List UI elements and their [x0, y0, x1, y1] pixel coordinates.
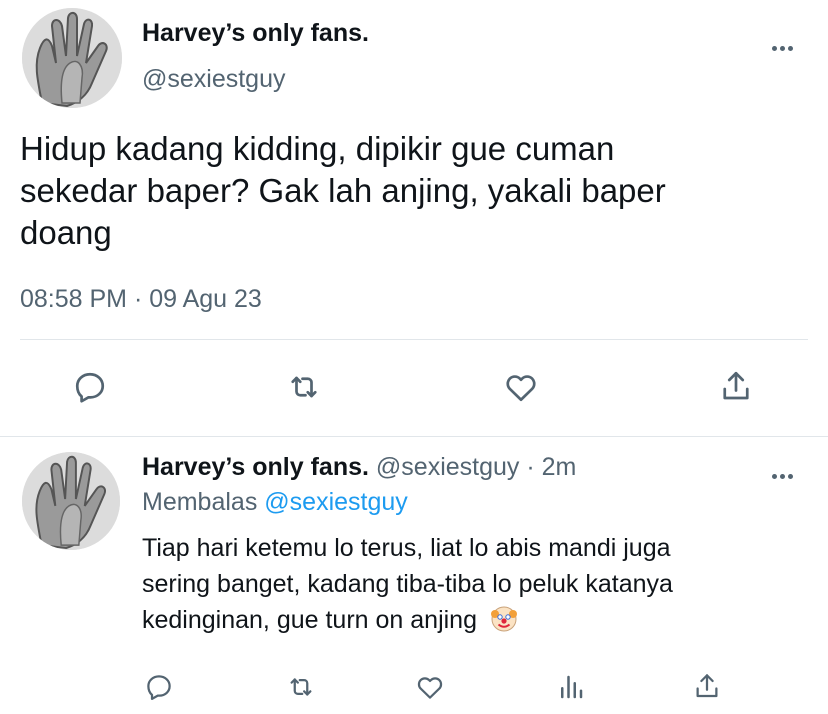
reply-text: Tiap hari ketemu lo terus, liat lo abis …: [142, 530, 673, 642]
display-name[interactable]: Harvey’s only fans.: [142, 453, 369, 481]
hand-avatar-image: [22, 8, 122, 108]
reply-text-line: kedinginan, gue turn on anjing: [142, 602, 673, 642]
views-icon[interactable]: [556, 672, 586, 702]
replying-to-handle[interactable]: @sexiestguy: [264, 488, 408, 516]
like-icon[interactable]: [414, 672, 446, 702]
tweet-text-line: doang: [20, 214, 112, 251]
reply-text-line: sering banget, kadang tiba-tiba lo peluk…: [142, 570, 673, 598]
tweet-text: Hidup kadang kidding, dipikir gue cuman …: [20, 128, 666, 254]
reply-text-line: Tiap hari ketemu lo terus, liat lo abis …: [142, 534, 671, 562]
relative-time[interactable]: · 2m: [526, 453, 576, 481]
timestamp[interactable]: 08:58 PM · 09 Agu 23: [20, 284, 262, 314]
hand-avatar-image: [22, 452, 120, 550]
reply-icon[interactable]: [144, 672, 174, 702]
avatar[interactable]: [22, 8, 122, 108]
reply-icon[interactable]: [72, 369, 108, 405]
display-name[interactable]: Harvey’s only fans.: [142, 18, 369, 48]
reply-text-line-content: kedinginan, gue turn on anjing: [142, 606, 477, 634]
clown-face-emoji: [490, 604, 518, 642]
divider: [20, 339, 808, 340]
reply-header: Harvey’s only fans. @sexiestguy · 2m: [142, 452, 576, 482]
replying-to: Membalas @sexiestguy: [142, 487, 408, 517]
replying-to-label: Membalas: [142, 488, 258, 516]
avatar[interactable]: [22, 452, 120, 550]
like-icon[interactable]: [502, 369, 540, 405]
retweet-icon[interactable]: [286, 369, 322, 405]
more-options-icon[interactable]: [772, 466, 796, 484]
handle[interactable]: @sexiestguy: [376, 453, 520, 481]
retweet-icon[interactable]: [286, 672, 316, 702]
divider: [0, 436, 828, 437]
more-options-icon[interactable]: [772, 38, 796, 56]
share-icon[interactable]: [718, 367, 754, 405]
tweet-text-line: sekedar baper? Gak lah anjing, yakali ba…: [20, 172, 666, 209]
handle[interactable]: @sexiestguy: [142, 64, 286, 94]
tweet-text-line: Hidup kadang kidding, dipikir gue cuman: [20, 130, 615, 167]
share-icon[interactable]: [692, 670, 722, 702]
